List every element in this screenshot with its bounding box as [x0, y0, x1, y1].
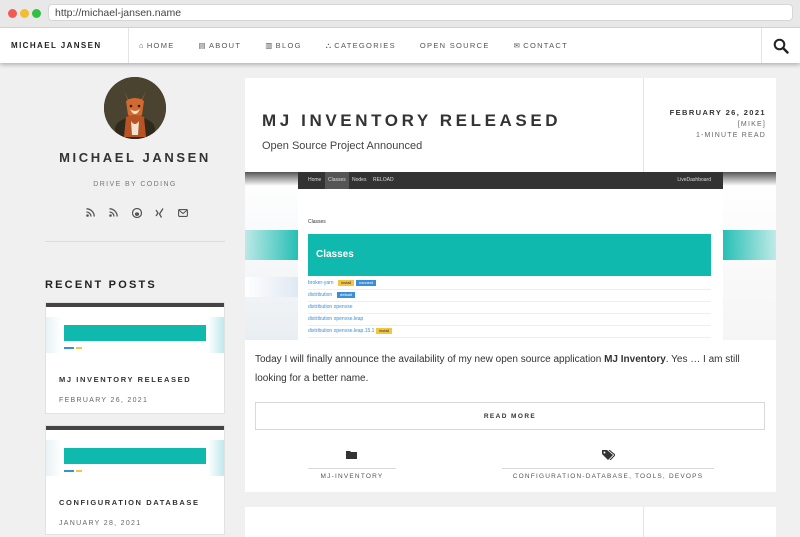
folder-icon	[345, 450, 357, 462]
maximize-window-button[interactable]	[32, 9, 41, 18]
read-more-button[interactable]: READ MORE	[255, 402, 765, 430]
minimize-window-button[interactable]	[20, 9, 29, 18]
recent-posts-heading: RECENT POSTS	[45, 279, 157, 291]
screenshot-nav-home: Home	[308, 177, 322, 183]
nav-blog-label: BLOG	[275, 41, 302, 50]
id-card-icon: ▤	[198, 41, 207, 50]
screenshot-banner-title: Classes	[316, 249, 354, 260]
recent-post-title[interactable]: CONFIGURATION DATABASE	[59, 498, 200, 507]
nav-about-label: ABOUT	[208, 41, 242, 50]
meta-divider	[643, 507, 644, 537]
screenshot-row: distribution openvse.leap	[308, 314, 711, 326]
screenshot-row-label: distribution openvse.leap	[308, 316, 364, 322]
badge: default	[337, 292, 356, 298]
fox-image	[104, 77, 166, 139]
nav-divider	[128, 28, 129, 63]
badge: install	[338, 280, 355, 286]
avatar[interactable]	[104, 77, 166, 139]
screenshot-row-label: broker-yarn	[308, 280, 334, 286]
rss-icon[interactable]	[107, 206, 120, 219]
post-tags: CONFIGURATION-DATABASE, TOOLS, DEVOPS	[502, 468, 714, 480]
post-author: [MIKE]	[737, 121, 766, 128]
excerpt-text: Today I will finally announce the availa…	[255, 354, 605, 365]
nav-contact-label: CONTACT	[523, 41, 569, 50]
recent-post-title[interactable]: MJ INVENTORY RELEASED	[59, 375, 191, 384]
screenshot-nav-reload: RELOAD	[373, 177, 394, 183]
sidebar-divider	[45, 241, 225, 242]
envelope-icon[interactable]	[176, 206, 189, 219]
screenshot-navbar: Home Classes Nodes RELOAD LiveDashboard	[298, 172, 723, 189]
nav-links: ⌂ HOME ▤ ABOUT ▥ BLOG ⛬ CATEGORIES OPEN SOUR…	[139, 28, 592, 63]
post-date: FEBRUARY 26, 2021	[669, 108, 766, 117]
screenshot-row: broker-yarn install connect	[308, 278, 711, 290]
badge: connect	[356, 280, 377, 286]
nav-about[interactable]: ▤ ABOUT	[199, 41, 242, 50]
screenshot-nav-nodes: Nodes	[352, 177, 367, 183]
screenshot-row: distribution openvse.leap.15.1 install	[308, 326, 711, 338]
recent-post-card[interactable]: CONFIGURATION DATABASE JANUARY 28, 2021	[45, 425, 225, 535]
home-icon: ⌂	[139, 41, 145, 50]
author-tagline: DRIVE BY CODING	[93, 181, 177, 188]
nav-categories[interactable]: ⛬ CATEGORIES	[326, 41, 396, 51]
screenshot-row-label: distribution openvse	[308, 304, 353, 310]
tag-link[interactable]: DEVOPS	[669, 473, 703, 480]
nav-open-source[interactable]: OPEN SOURCE	[420, 41, 490, 50]
search-icon	[773, 38, 789, 54]
next-post-card	[245, 507, 776, 537]
post-subtitle: Open Source Project Announced	[262, 140, 423, 152]
social-links	[84, 206, 189, 219]
close-window-button[interactable]	[8, 9, 17, 18]
nav-home-label: HOME	[146, 41, 175, 50]
recent-post-card[interactable]: MJ INVENTORY RELEASED FEBRUARY 26, 2021	[45, 302, 225, 414]
github-icon[interactable]	[130, 206, 143, 219]
site-brand[interactable]: MICHAEL JANSEN	[11, 28, 102, 63]
post-card: MJ INVENTORY RELEASED Open Source Projec…	[245, 78, 776, 492]
post-title[interactable]: MJ INVENTORY RELEASED	[262, 111, 561, 131]
recent-post-thumbnail	[46, 426, 224, 483]
badge: install	[376, 328, 393, 334]
post-category[interactable]: MJ-INVENTORY	[308, 468, 396, 480]
top-navbar: MICHAEL JANSEN ⌂ HOME ▤ ABOUT ▥ BLOG ⛬ CATEG…	[0, 28, 800, 63]
screenshot-nav-dashboard: LiveDashboard	[677, 177, 711, 183]
screenshot-banner: Classes	[308, 234, 711, 276]
tag-link[interactable]: TOOLS	[635, 473, 663, 480]
newspaper-icon: ▥	[265, 41, 274, 50]
recent-post-date: FEBRUARY 26, 2021	[59, 397, 149, 404]
sitemap-icon: ⛬	[325, 40, 333, 50]
rss-icon[interactable]	[84, 206, 97, 219]
envelope-icon: ✉	[513, 41, 522, 50]
reading-time: 1-MINUTE READ	[695, 132, 766, 139]
recent-post-thumbnail	[46, 303, 224, 360]
recent-post-date: JANUARY 28, 2021	[59, 520, 142, 527]
tags-icon	[601, 449, 616, 463]
nav-open-source-label: OPEN SOURCE	[419, 41, 490, 50]
screenshot-row: distribution default	[308, 290, 711, 302]
screenshot-row-label: distribution	[308, 292, 333, 298]
screenshot-row: distribution openvse	[308, 302, 711, 314]
post-hero-image[interactable]: Home Classes Nodes RELOAD LiveDashboard …	[245, 172, 776, 340]
browser-chrome: http://michael-jansen.name	[0, 0, 800, 28]
xing-icon[interactable]	[153, 206, 166, 219]
nav-categories-label: CATEGORIES	[334, 41, 396, 50]
author-name: MICHAEL JANSEN	[59, 150, 211, 165]
screenshot-row-label: distribution openvse.leap.15.1	[308, 328, 375, 334]
nav-contact[interactable]: ✉ CONTACT	[514, 41, 568, 50]
tag-link[interactable]: CONFIGURATION-DATABASE	[513, 473, 629, 480]
address-bar[interactable]: http://michael-jansen.name	[48, 4, 793, 21]
nav-blog[interactable]: ▥ BLOG	[265, 41, 301, 50]
excerpt-app-name: MJ Inventory	[604, 354, 666, 365]
screenshot-nav-classes: Classes	[325, 172, 349, 189]
post-excerpt: Today I will finally announce the availa…	[255, 351, 770, 388]
screenshot-breadcrumb: Classes	[308, 219, 326, 225]
meta-divider	[643, 78, 644, 172]
nav-home[interactable]: ⌂ HOME	[139, 41, 175, 50]
search-button[interactable]	[761, 28, 800, 63]
screenshot-list: broker-yarn install connect distribution…	[308, 278, 711, 338]
